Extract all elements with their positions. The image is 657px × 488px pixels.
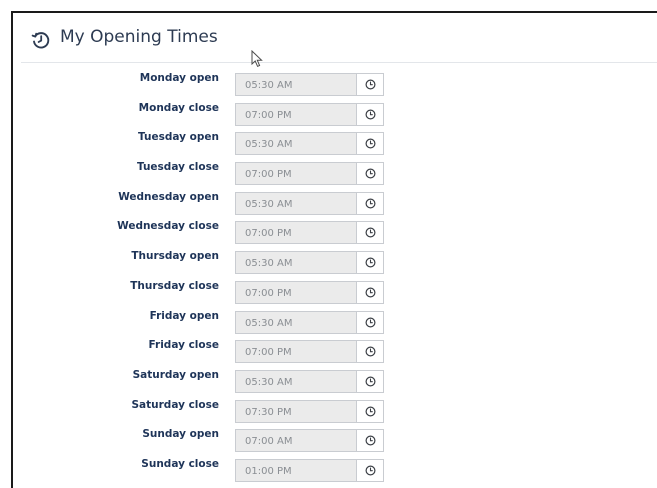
time-input[interactable]: 05:30 AM (235, 132, 356, 156)
time-picker: 05:30 AM (235, 191, 384, 215)
time-label: Friday close (148, 339, 219, 352)
clock-icon (364, 109, 376, 120)
clock-icon (364, 287, 376, 298)
time-label: Wednesday close (117, 220, 219, 233)
opening-time-row: Sunday close 01:00 PM (13, 455, 657, 485)
history-clock-icon (31, 32, 50, 49)
opening-time-row: Friday close 07:00 PM (13, 336, 657, 366)
clock-icon (364, 346, 376, 357)
time-input[interactable]: 05:30 AM (235, 369, 356, 393)
time-input[interactable]: 07:30 PM (235, 399, 356, 423)
time-label: Tuesday close (136, 161, 219, 174)
time-picker: 07:00 PM (235, 102, 384, 126)
time-label: Wednesday open (118, 190, 219, 203)
clock-icon (364, 435, 376, 446)
clock-icon (364, 257, 376, 268)
time-input[interactable]: 05:30 AM (235, 191, 356, 215)
clock-icon (364, 465, 376, 476)
time-input[interactable]: 01:00 PM (235, 458, 356, 482)
time-label: Thursday close (130, 279, 219, 292)
time-input[interactable]: 05:30 AM (235, 310, 356, 334)
clock-button[interactable] (356, 458, 384, 482)
time-label: Saturday open (132, 368, 219, 381)
time-picker: 07:00 PM (235, 280, 384, 304)
clock-button[interactable] (356, 310, 384, 334)
clock-icon (364, 138, 376, 149)
opening-time-row: Saturday open 05:30 AM (13, 366, 657, 396)
time-label: Monday close (138, 101, 219, 114)
time-input[interactable]: 05:30 AM (235, 73, 356, 96)
time-input[interactable]: 07:00 PM (235, 340, 356, 364)
time-picker: 07:00 PM (235, 221, 384, 245)
clock-button[interactable] (356, 399, 384, 423)
clock-button[interactable] (356, 191, 384, 215)
clock-button[interactable] (356, 429, 384, 453)
opening-time-row: Wednesday close 07:00 PM (13, 217, 657, 247)
opening-time-row: Monday open 05:30 AM (13, 69, 657, 99)
time-picker: 07:00 PM (235, 340, 384, 364)
clock-button[interactable] (356, 221, 384, 245)
clock-icon (364, 168, 376, 179)
clock-button[interactable] (356, 369, 384, 393)
clock-icon (364, 198, 376, 209)
opening-times-list: Monday open 05:30 AM Monday close 07:00 … (13, 69, 657, 485)
opening-time-row: Friday open 05:30 AM (13, 307, 657, 337)
opening-time-row: Tuesday open 05:30 AM (13, 128, 657, 158)
time-picker: 01:00 PM (235, 458, 384, 482)
clock-button[interactable] (356, 132, 384, 156)
clock-button[interactable] (356, 280, 384, 304)
opening-time-row: Tuesday close 07:00 PM (13, 158, 657, 188)
opening-time-row: Monday close 07:00 PM (13, 99, 657, 129)
clock-icon (364, 376, 376, 387)
panel-header: My Opening Times (13, 13, 657, 63)
clock-button[interactable] (356, 340, 384, 364)
time-label: Monday open (139, 72, 219, 84)
opening-time-row: Wednesday open 05:30 AM (13, 188, 657, 218)
time-label: Friday open (149, 309, 219, 322)
opening-times-panel: My Opening Times Monday open 05:30 AM Mo… (11, 11, 657, 488)
time-label: Tuesday open (138, 131, 219, 144)
time-input[interactable]: 07:00 PM (235, 280, 356, 304)
time-picker: 05:30 AM (235, 132, 384, 156)
time-picker: 05:30 AM (235, 310, 384, 334)
opening-time-row: Thursday open 05:30 AM (13, 247, 657, 277)
clock-icon (364, 79, 376, 90)
time-label: Sunday open (142, 428, 219, 441)
time-picker: 07:00 PM (235, 162, 384, 186)
time-label: Thursday open (131, 250, 219, 263)
clock-icon (364, 316, 376, 328)
opening-time-row: Saturday close 07:30 PM (13, 396, 657, 426)
time-picker: 05:30 AM (235, 369, 384, 393)
time-picker: 07:30 PM (235, 399, 384, 423)
time-input[interactable]: 07:00 PM (235, 102, 356, 126)
time-input[interactable]: 07:00 PM (235, 162, 356, 186)
clock-button[interactable] (356, 73, 384, 96)
header-divider (21, 62, 657, 63)
page-title: My Opening Times (60, 27, 218, 47)
opening-time-row: Sunday open 07:00 AM (13, 425, 657, 455)
clock-icon (364, 227, 376, 238)
opening-time-row: Thursday close 07:00 PM (13, 277, 657, 307)
clock-button[interactable] (356, 251, 384, 275)
mouse-cursor-icon (251, 50, 263, 68)
time-picker: 05:30 AM (235, 73, 384, 96)
time-picker: 05:30 AM (235, 251, 384, 275)
clock-button[interactable] (356, 102, 384, 126)
time-input[interactable]: 07:00 PM (235, 221, 356, 245)
time-input[interactable]: 07:00 AM (235, 429, 356, 453)
time-input[interactable]: 05:30 AM (235, 251, 356, 275)
time-label: Saturday close (131, 398, 219, 411)
clock-button[interactable] (356, 162, 384, 186)
time-label: Sunday close (141, 457, 219, 470)
clock-icon (364, 406, 376, 417)
time-picker: 07:00 AM (235, 429, 384, 453)
